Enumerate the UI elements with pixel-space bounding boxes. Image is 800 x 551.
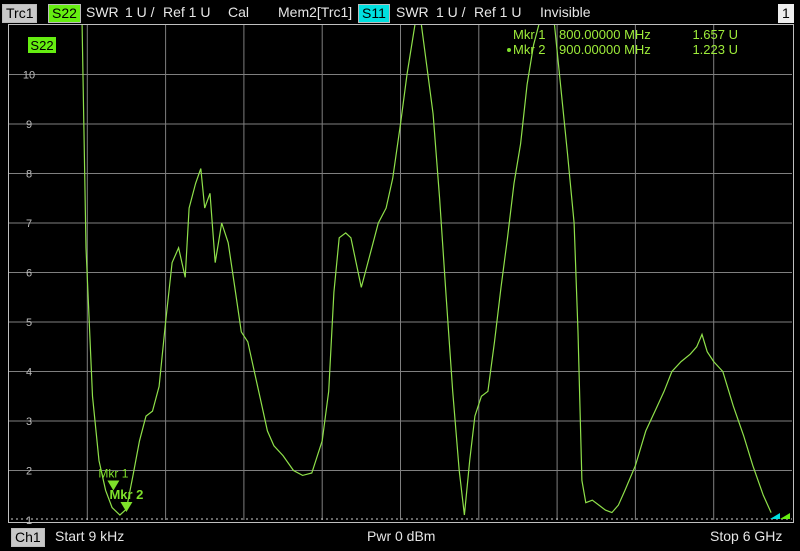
swr-chart[interactable]: 10987654321 Mkr 1Mkr 2 S22 Mkr 1 800.0000…	[0, 0, 800, 551]
traces	[81, 25, 772, 516]
readout-marker-value: 1.223 U	[692, 42, 738, 57]
y-tick-label: 3	[26, 416, 32, 428]
trace-line	[81, 25, 416, 516]
channel-status-bar: Ch1 Start 9 kHz Pwr 0 dBm Stop 6 GHz	[0, 525, 800, 549]
ref-arrow-green	[780, 513, 790, 519]
marker-triangle[interactable]	[120, 501, 133, 512]
y-tick-label: 8	[26, 169, 32, 181]
y-tick-labels: 10987654321	[23, 70, 35, 528]
power-level[interactable]: Pwr 0 dBm	[367, 528, 435, 545]
active-marker-dot	[507, 48, 511, 52]
s22-badge-label: S22	[30, 38, 53, 53]
channel-label[interactable]: Ch1	[11, 528, 45, 547]
stop-frequency[interactable]: Stop 6 GHz	[710, 528, 782, 545]
reference-line	[11, 513, 792, 520]
y-tick-label: 2	[26, 466, 32, 478]
ref-arrow-cyan	[770, 513, 780, 519]
trace-line	[420, 25, 540, 516]
y-tick-label: 10	[23, 70, 35, 82]
y-tick-label: 5	[26, 317, 32, 329]
readout-marker-value: 1.657 U	[692, 27, 738, 42]
y-tick-label: 6	[26, 268, 32, 280]
y-tick-label: 7	[26, 218, 32, 230]
start-frequency[interactable]: Start 9 kHz	[55, 528, 124, 545]
readout-marker-name: Mkr 1	[513, 27, 546, 42]
grid	[9, 25, 792, 520]
marker-label: Mkr 2	[109, 487, 143, 502]
readout-marker-name: Mkr 2	[513, 42, 546, 57]
trace-badge: S22	[28, 37, 56, 53]
y-tick-label: 4	[26, 367, 32, 379]
marker-readout: Mkr 1 800.00000 MHz 1.657 U Mkr 2 900.00000 …	[507, 27, 738, 57]
marker-label: Mkr 1	[98, 466, 128, 480]
readout-marker-frequency: 900.00000 MHz	[559, 42, 651, 57]
y-tick-label: 9	[26, 119, 32, 131]
trace-line	[553, 25, 772, 514]
readout-marker-frequency: 800.00000 MHz	[559, 27, 651, 42]
